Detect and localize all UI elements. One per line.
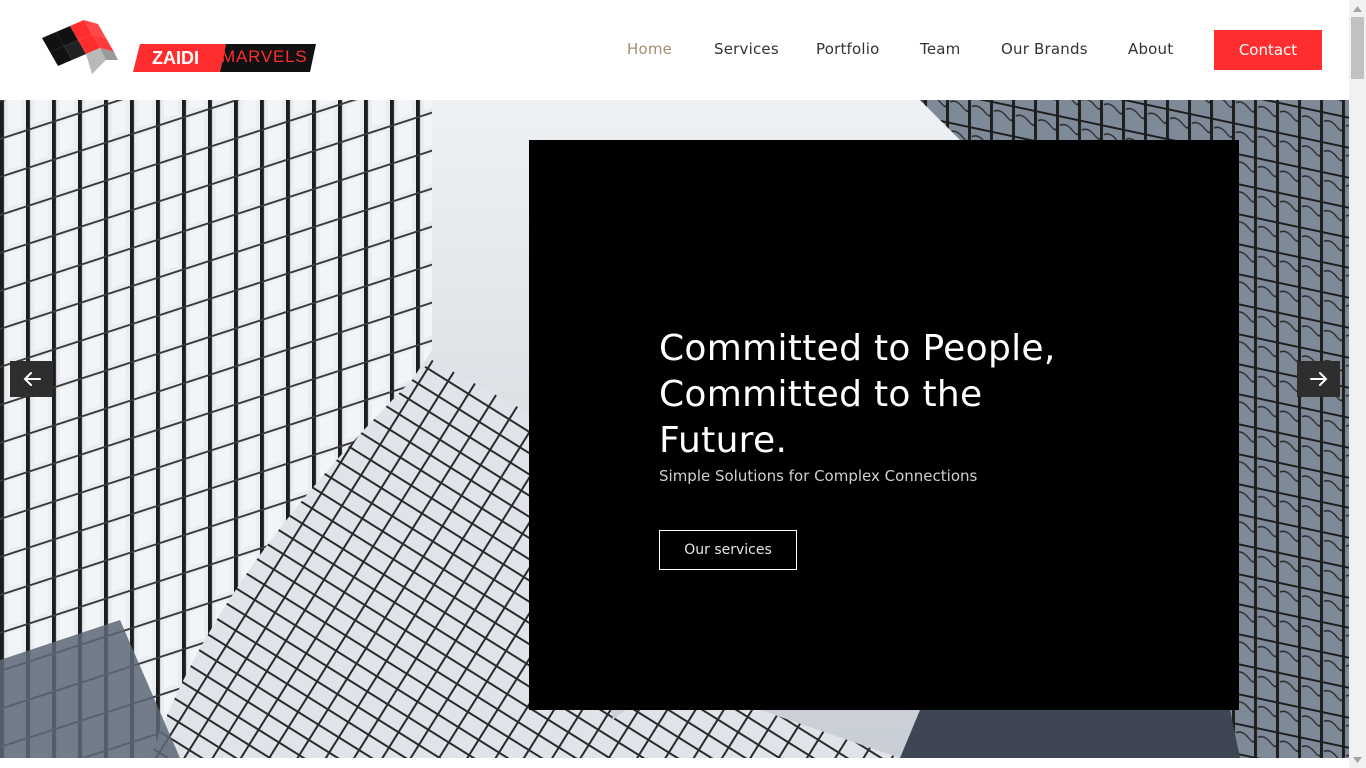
slider-prev-button[interactable] (10, 361, 53, 397)
main-nav: Home Services Portfolio Team Our Brands … (0, 0, 1349, 100)
scrollbar-thumb[interactable] (1351, 17, 1364, 79)
slider-next-button[interactable] (1297, 361, 1340, 397)
scroll-down-icon[interactable] (1349, 751, 1366, 768)
arrow-right-icon (1309, 372, 1327, 386)
arrow-left-icon (23, 372, 41, 386)
page-bottom-edge (0, 758, 1349, 768)
hero-content-panel: Committed to People, Committed to the Fu… (529, 140, 1239, 710)
contact-button[interactable]: Contact (1214, 30, 1322, 70)
nav-item-our-brands[interactable]: Our Brands (1001, 40, 1088, 58)
hero-headline: Committed to People, Committed to the Fu… (659, 328, 1056, 461)
hero-subline: Simple Solutions for Complex Connections (659, 467, 978, 485)
nav-item-home[interactable]: Home (627, 40, 672, 58)
our-services-button[interactable]: Our services (659, 530, 797, 570)
scroll-up-icon[interactable] (1349, 0, 1366, 17)
nav-item-about[interactable]: About (1128, 40, 1173, 58)
nav-item-team[interactable]: Team (920, 40, 960, 58)
page-scrollbar[interactable] (1349, 0, 1366, 768)
nav-item-portfolio[interactable]: Portfolio (816, 40, 880, 58)
hero-slider: Committed to People, Committed to the Fu… (0, 100, 1349, 758)
nav-item-services[interactable]: Services (714, 40, 779, 58)
site-header: ZAIDI MARVELS Home Services Portfolio Te… (0, 0, 1349, 100)
